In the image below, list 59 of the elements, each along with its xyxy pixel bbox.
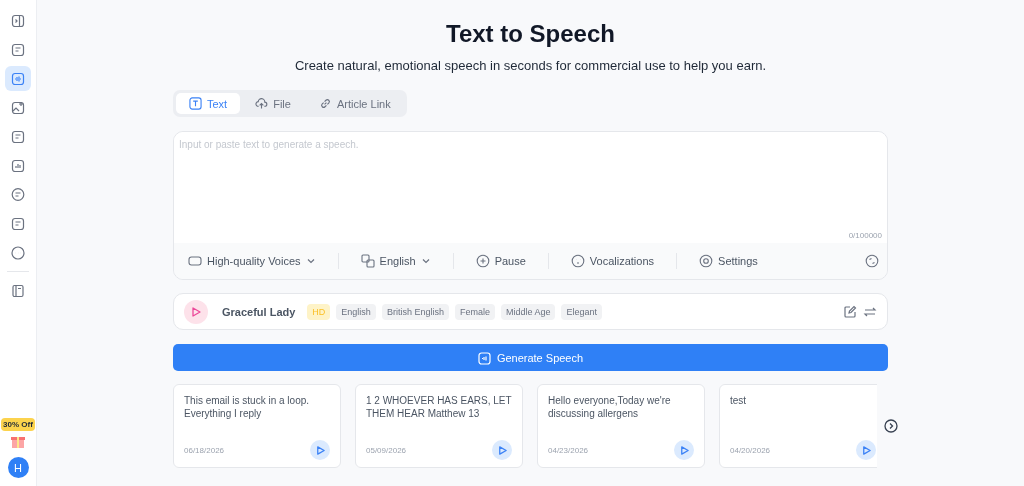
character-counter: 0/100000 — [847, 231, 883, 242]
panel-icon — [11, 13, 25, 28]
generate-speech-button[interactable]: Generate Speech — [173, 344, 888, 371]
history-card[interactable]: 1 2 WHOEVER HAS EARS, LET THEM HEAR Matthew 13 05/09/2026 — [355, 384, 523, 468]
history-date: 04/20/2026 — [730, 445, 771, 455]
toolbar-button[interactable]: High-quality Voices — [188, 254, 316, 268]
text-icon — [189, 97, 202, 110]
play-icon — [496, 444, 508, 456]
history-text: This email is stuck in a loop. Everything I reply — [184, 394, 311, 420]
page-title: Text to Speech — [445, 20, 616, 48]
play-icon — [678, 444, 690, 456]
settings-icon — [699, 254, 714, 268]
tab[interactable]: Article Link — [305, 93, 404, 114]
play-button[interactable] — [856, 440, 876, 460]
tab[interactable]: File — [242, 93, 304, 114]
play-button[interactable] — [674, 440, 694, 460]
history-card[interactable]: This email is stuck in a loop. Everything I reply 06/18/2026 — [173, 384, 341, 468]
voice-tag: Elegant — [561, 303, 602, 320]
play-button[interactable] — [184, 299, 208, 324]
history-card[interactable]: Hello everyone,Today we're discussing allergens 04/23/2026 — [537, 384, 705, 468]
play-icon — [314, 444, 326, 456]
toolbar-button[interactable]: Settings — [699, 254, 758, 268]
history-text: Hello everyone,Today we're discussing allergens — [548, 394, 672, 420]
play-icon — [190, 305, 202, 318]
toolbar-button[interactable]: English — [360, 254, 431, 268]
translate-icon — [360, 254, 375, 268]
play-button[interactable] — [492, 440, 512, 460]
edit-icon[interactable] — [843, 304, 857, 319]
history-card[interactable]: test 04/20/2026 — [719, 384, 877, 468]
page-subtitle: Create natural, emotional speech in seconds for commercial use to help you earn. — [293, 58, 768, 73]
play-icon — [860, 444, 872, 456]
book-icon — [11, 283, 25, 298]
image-icon — [11, 100, 25, 115]
voice-tag: HD — [307, 303, 331, 320]
voice-tag: Female — [454, 303, 495, 320]
plus-icon — [475, 254, 490, 268]
next-button[interactable] — [884, 419, 898, 433]
chevron-down-icon — [420, 256, 431, 266]
history-text: 1 2 WHOEVER HAS EARS, LET THEM HEAR Matthew 13 — [366, 394, 512, 420]
cloud-upload-icon — [255, 97, 269, 110]
user-avatar[interactable]: H — [7, 457, 29, 478]
chevron-down-icon — [305, 256, 316, 266]
link-icon — [318, 97, 332, 110]
voice-tag: English — [336, 303, 376, 320]
history-date: 05/09/2026 — [366, 445, 407, 455]
waveform-icon — [11, 71, 25, 86]
tab[interactable]: Text — [176, 93, 241, 114]
play-button[interactable] — [310, 440, 330, 460]
voice-tag: Middle Age — [500, 303, 556, 320]
history-date: 06/18/2026 — [184, 445, 225, 455]
history-text: test — [730, 394, 748, 407]
toolbar-button[interactable]: Vocalizations — [570, 254, 655, 268]
chevron-right-icon — [884, 419, 898, 433]
discount-badge[interactable]: 30% Off — [1, 418, 35, 431]
toolbar-button[interactable]: Pause — [475, 254, 526, 268]
history-date: 04/23/2026 — [548, 445, 589, 455]
voice-tag: British English — [381, 303, 449, 320]
sidebar-button[interactable] — [5, 66, 31, 91]
voice-name: Graceful Lady — [222, 305, 296, 318]
